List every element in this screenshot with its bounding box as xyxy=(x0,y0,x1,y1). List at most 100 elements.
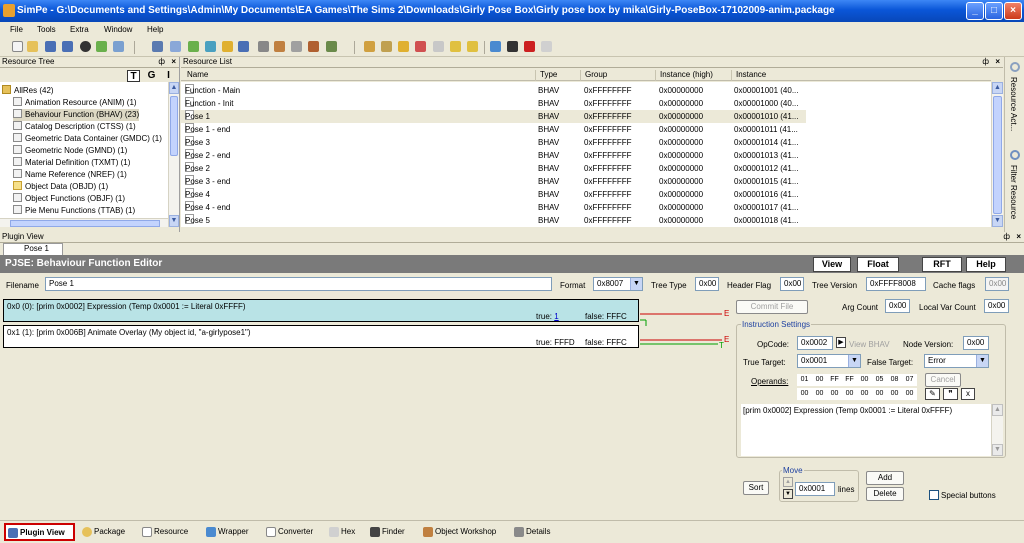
tab-filter-resource[interactable]: Filter Resource xyxy=(1009,165,1018,219)
close-button[interactable]: × xyxy=(1004,2,1022,20)
tree-node[interactable]: Material Definition (TXMT) (1) xyxy=(13,157,130,169)
tab-hex[interactable]: Hex xyxy=(327,524,355,540)
tool-icon-3[interactable] xyxy=(188,41,199,52)
tool-icon-4[interactable] xyxy=(205,41,216,52)
arg-count-field[interactable]: 0x00 xyxy=(885,299,910,313)
tree-node[interactable]: Pie Menu Functions (TTAB) (1) xyxy=(13,205,135,217)
operand-field[interactable]: 00 xyxy=(872,388,887,400)
local-var-count-field[interactable]: 0x00 xyxy=(984,299,1009,313)
scroll-down-icon[interactable]: ▼ xyxy=(169,215,179,227)
operand-field[interactable]: 00 xyxy=(902,388,917,400)
operand-field[interactable]: 00 xyxy=(857,374,872,386)
tool-icon-9[interactable] xyxy=(364,41,375,52)
format-select[interactable]: 0x8007 ▼ xyxy=(593,277,643,291)
view-bhav-link[interactable]: View BHAV xyxy=(849,340,890,349)
column-type[interactable]: Type xyxy=(535,70,557,81)
cut-icon[interactable] xyxy=(258,41,269,52)
operand-field[interactable]: 00 xyxy=(842,388,857,400)
list-vscroll-thumb[interactable] xyxy=(993,96,1002,214)
true-target-link[interactable]: 1 xyxy=(554,312,558,321)
operand-field[interactable]: FF xyxy=(842,374,857,386)
tree-type-field[interactable]: 0x00 xyxy=(695,277,719,291)
tool-icon-6[interactable] xyxy=(238,41,249,52)
float-button[interactable]: Float xyxy=(857,257,899,272)
table-row-selected[interactable]: Pose 1 BHAV 0xFFFFFFFF 0x00000000 0x00001010… xyxy=(181,110,806,123)
tree-node[interactable]: Geometric Data Container (GMDC) (1) xyxy=(13,133,162,145)
column-instance-high[interactable]: Instance (high) xyxy=(655,70,713,81)
chevron-down-icon[interactable]: ▼ xyxy=(630,278,642,290)
menu-extra[interactable]: Extra xyxy=(70,25,89,34)
tool-icon-15[interactable] xyxy=(467,41,478,52)
operand-field[interactable]: 07 xyxy=(902,374,917,386)
tool-icon-1[interactable] xyxy=(152,41,163,52)
table-row[interactable]: Function - Main BHAV 0xFFFFFFFF 0x00000000 0… xyxy=(181,84,806,97)
table-row[interactable]: Pose 3 - end BHAV 0xFFFFFFFF 0x00000000 0x00… xyxy=(181,175,806,188)
tree-vscroll-thumb[interactable] xyxy=(170,96,178,156)
tool-icon-12[interactable] xyxy=(415,41,426,52)
tree-toggle-t[interactable]: T xyxy=(127,70,140,82)
delete-button[interactable]: Delete xyxy=(866,487,904,501)
tab-wrapper[interactable]: Wrapper xyxy=(204,524,249,540)
table-row[interactable]: Pose 1 - end BHAV 0xFFFFFFFF 0x00000000 0x00… xyxy=(181,123,806,136)
save-icon[interactable] xyxy=(45,41,56,52)
table-row[interactable]: Pose 4 BHAV 0xFFFFFFFF 0x00000000 0x00001016… xyxy=(181,188,806,201)
scroll-up-icon[interactable]: ▲ xyxy=(992,404,1003,416)
operand-field[interactable]: 00 xyxy=(812,388,827,400)
add-button[interactable]: Add xyxy=(866,471,904,485)
refresh-icon[interactable] xyxy=(96,41,107,52)
tree-toggle-i[interactable]: I xyxy=(162,70,175,82)
scroll-up-icon[interactable]: ▲ xyxy=(169,82,179,94)
tool-icon-13[interactable] xyxy=(433,41,444,52)
maximize-button[interactable]: □ xyxy=(985,2,1003,20)
tree-node-allres[interactable]: AllRes (42) xyxy=(2,85,54,97)
tree-node[interactable]: Object Functions (OBJF) (1) xyxy=(13,193,125,205)
tab-resource[interactable]: Resource xyxy=(140,524,188,540)
column-group[interactable]: Group xyxy=(580,70,607,81)
menu-tools[interactable]: Tools xyxy=(37,25,56,34)
filename-field[interactable]: Pose 1 xyxy=(45,277,552,291)
tool-icon-18[interactable] xyxy=(524,41,535,52)
cancel-button[interactable]: Cancel xyxy=(925,373,961,387)
eraser-icon[interactable] xyxy=(541,41,552,52)
tab-finder[interactable]: Finder xyxy=(368,524,405,540)
tab-object-workshop[interactable]: Object Workshop xyxy=(421,524,496,540)
commit-file-button[interactable]: Commit File xyxy=(736,300,808,314)
operand-field[interactable]: 00 xyxy=(827,388,842,400)
wizard-icon[interactable]: ✎ xyxy=(925,388,940,400)
close-icon[interactable]: x xyxy=(961,388,975,400)
operand-field[interactable]: 01 xyxy=(797,374,812,386)
new-icon[interactable] xyxy=(12,41,23,52)
tree-node[interactable]: Animation Resource (ANIM) (1) xyxy=(13,97,137,109)
table-row[interactable]: Pose 3 BHAV 0xFFFFFFFF 0x00000000 0x00001014… xyxy=(181,136,806,149)
cache-flags-field[interactable]: 0x00 xyxy=(985,277,1009,291)
tool-icon-10[interactable] xyxy=(381,41,392,52)
tab-details[interactable]: Details xyxy=(512,524,550,540)
help-button[interactable]: Help xyxy=(966,257,1006,272)
tool-icon-2[interactable] xyxy=(170,41,181,52)
table-row[interactable]: Pose 4 - end BHAV 0xFFFFFFFF 0x00000000 0x00… xyxy=(181,201,806,214)
tab-converter[interactable]: Converter xyxy=(264,524,313,540)
tree-node-selected[interactable]: Behaviour Function (BHAV) (23) xyxy=(13,109,140,121)
move-lines-field[interactable]: 0x0001 xyxy=(795,482,835,496)
node-version-field[interactable]: 0x00 xyxy=(963,336,989,350)
minimize-button[interactable]: _ xyxy=(966,2,984,20)
tree-node[interactable]: Geometric Node (GMND) (1) xyxy=(13,145,127,157)
tab-resource-actions[interactable]: Resource Act... xyxy=(1009,77,1018,131)
close-icon[interactable]: × xyxy=(1016,232,1021,242)
menu-window[interactable]: Window xyxy=(104,25,132,34)
search-icon[interactable] xyxy=(113,41,124,52)
column-name[interactable]: Name xyxy=(183,70,208,81)
tree-hscrollbar[interactable] xyxy=(0,218,168,227)
chevron-down-icon[interactable]: ▼ xyxy=(848,355,860,367)
save-as-icon[interactable] xyxy=(62,41,73,52)
menu-file[interactable]: File xyxy=(10,25,23,34)
view-button[interactable]: View xyxy=(813,257,851,272)
operand-field[interactable]: 00 xyxy=(887,388,902,400)
tool-icon-7[interactable] xyxy=(308,41,319,52)
tree-hscroll-thumb[interactable] xyxy=(10,220,160,227)
column-instance[interactable]: Instance xyxy=(731,70,766,81)
operand-field[interactable]: 00 xyxy=(797,388,812,400)
tree-node[interactable]: Catalog Description (CTSS) (1) xyxy=(13,121,136,133)
list-vscrollbar[interactable]: ▲ ▼ xyxy=(991,82,1003,227)
menu-help[interactable]: Help xyxy=(147,25,163,34)
